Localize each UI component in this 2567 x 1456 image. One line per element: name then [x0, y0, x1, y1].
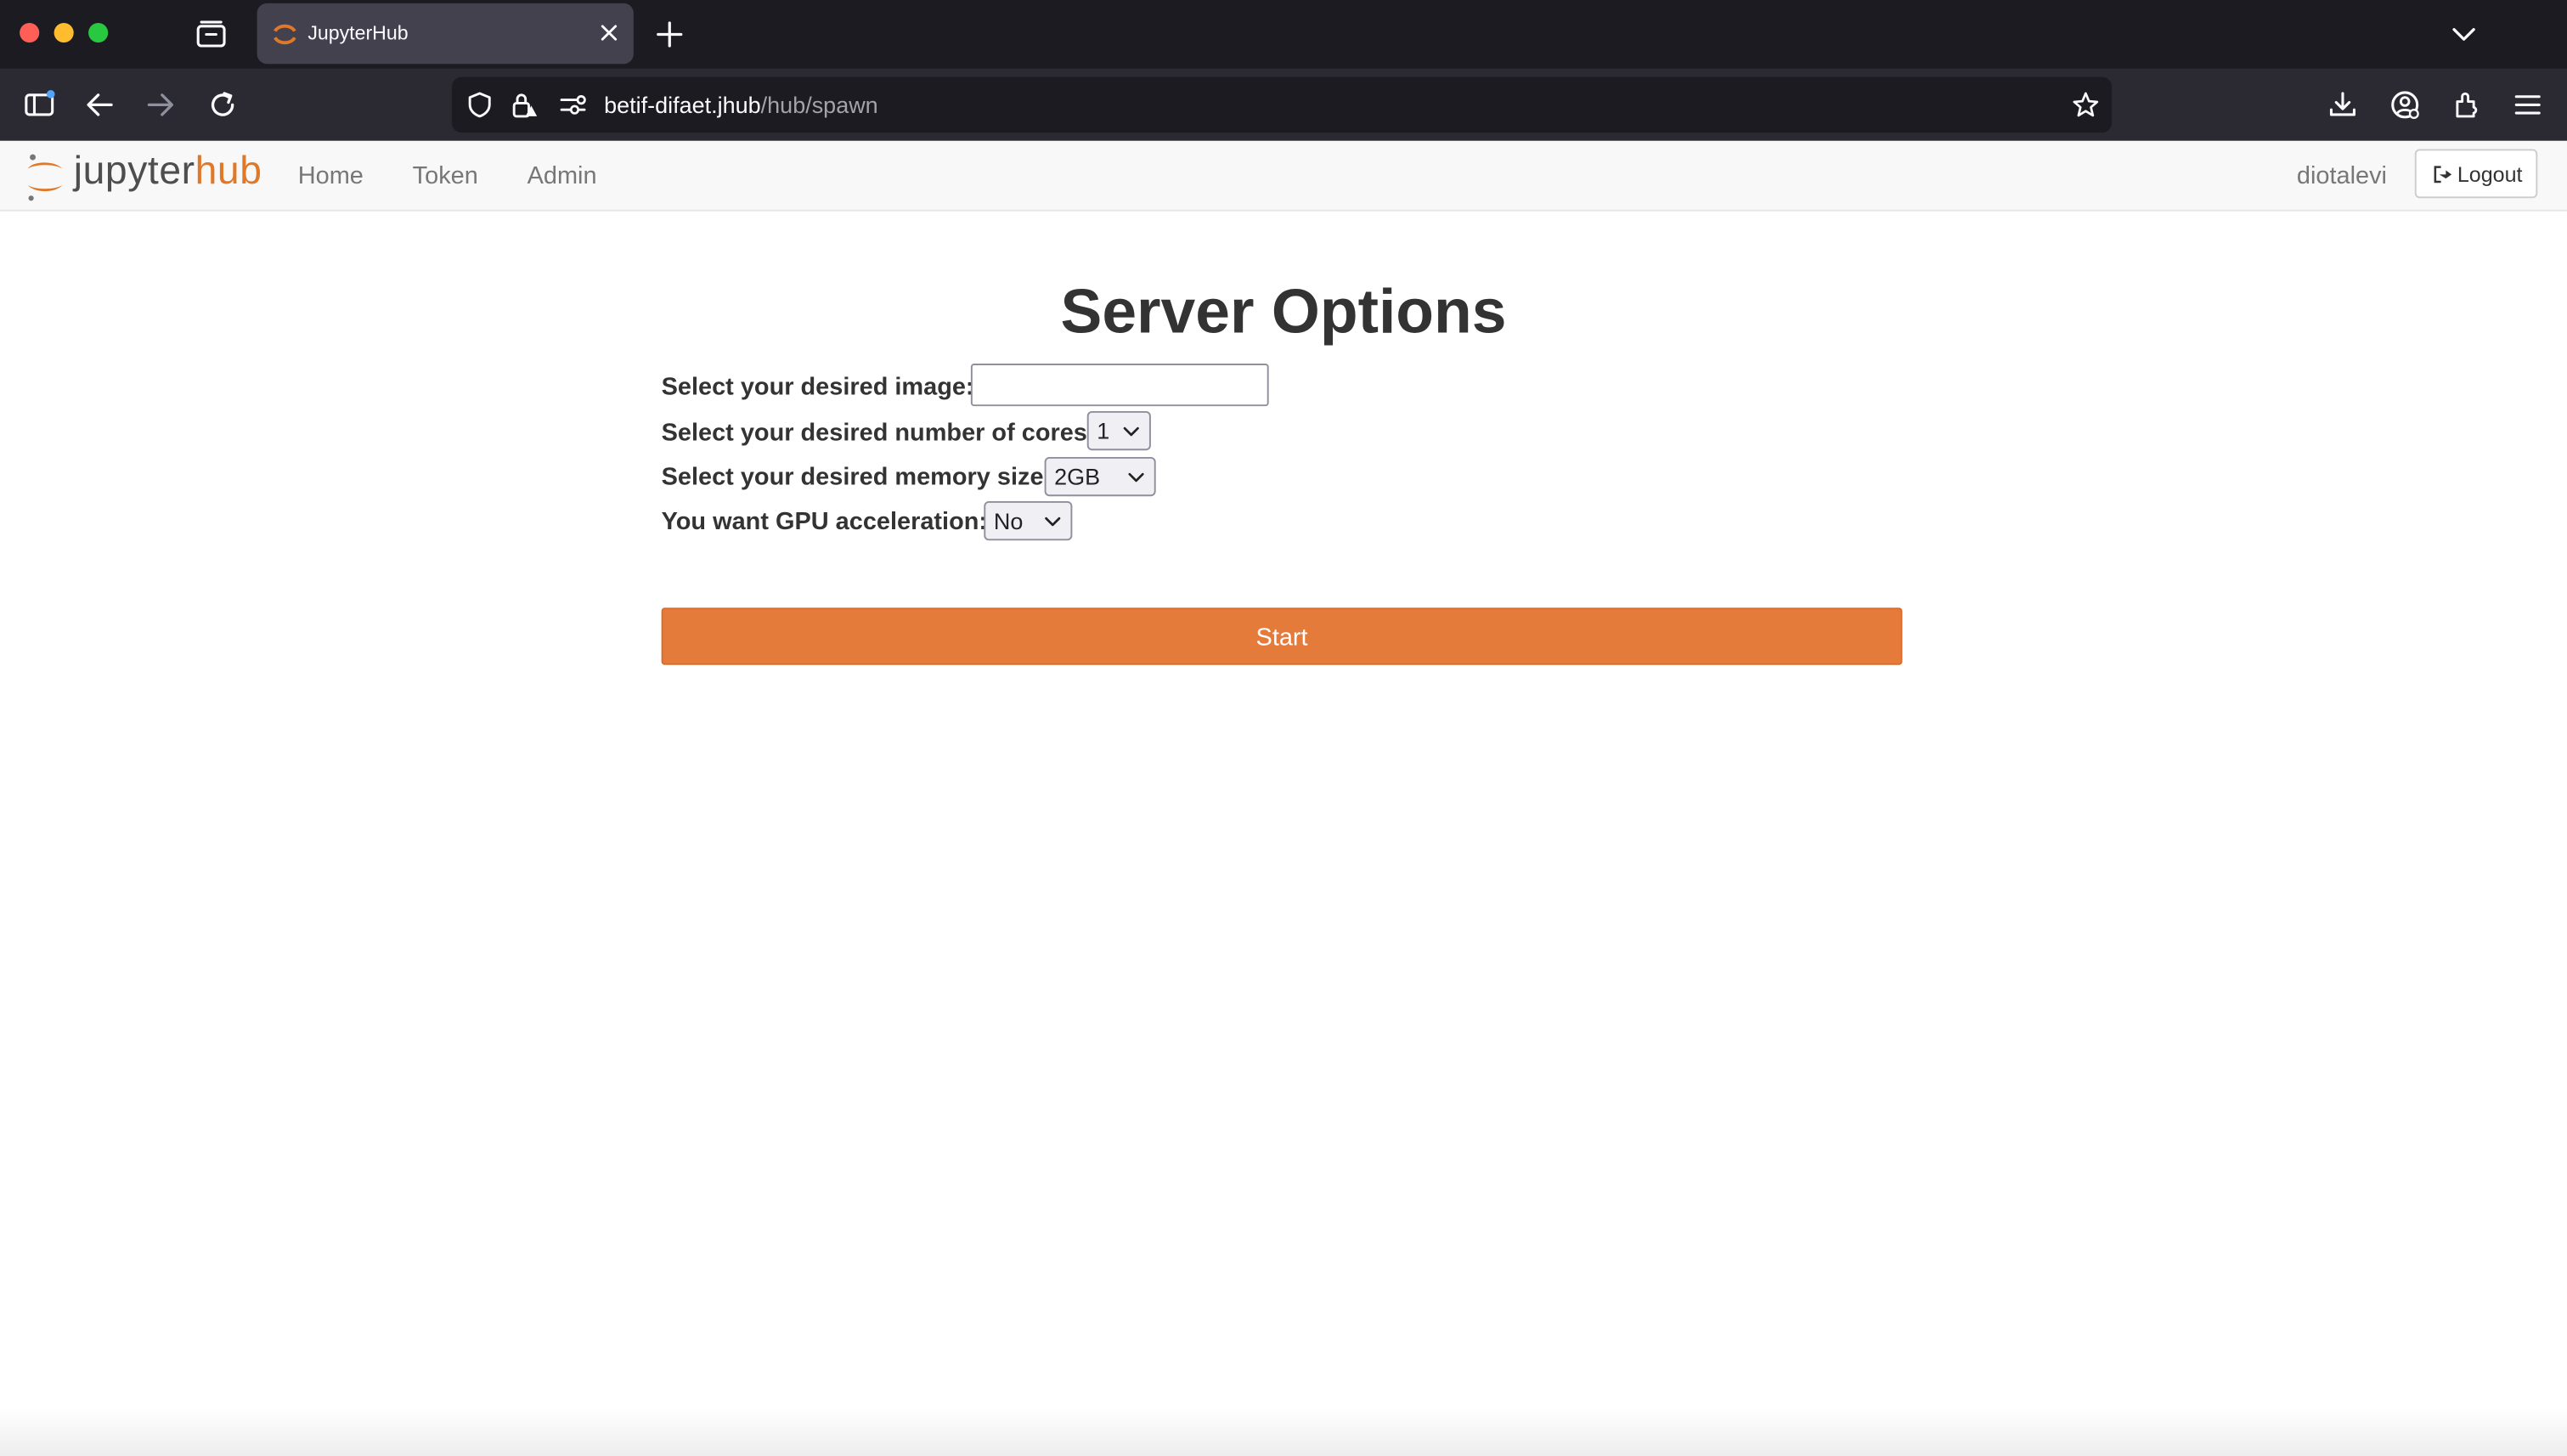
chevron-down-icon[interactable] [2449, 21, 2479, 48]
start-button[interactable]: Start [661, 607, 1903, 665]
url-bar[interactable]: betif-difaet.jhub/hub/spawn [451, 76, 2113, 133]
jupyterhub-navbar: jupyterhub Home Token Admin diotalevi Lo… [0, 140, 2567, 212]
browser-toolbar: betif-difaet.jhub/hub/spawn [0, 68, 2567, 141]
sidebar-icon[interactable] [23, 88, 56, 121]
chevron-down-icon [1123, 426, 1139, 437]
page-title: Server Options [1060, 278, 1507, 347]
memory-select[interactable]: 2GB [1044, 456, 1156, 497]
minimize-window-button[interactable] [54, 22, 74, 43]
memory-label: Select your desired memory size: [661, 463, 1052, 492]
cores-select[interactable]: 1 [1086, 410, 1151, 451]
close-tab-icon[interactable] [599, 23, 618, 42]
memory-value: 2GB [1054, 463, 1101, 490]
active-tab[interactable]: JupyterHub [257, 3, 634, 65]
gpu-value: No [993, 507, 1024, 534]
new-tab-icon[interactable] [655, 20, 685, 49]
gpu-label: You want GPU acceleration: [661, 507, 988, 536]
back-arrow-icon[interactable] [83, 88, 116, 121]
jupyter-favicon-icon [274, 24, 296, 45]
account-icon[interactable] [2389, 88, 2422, 121]
url-text[interactable]: betif-difaet.jhub/hub/spawn [604, 92, 878, 118]
nav-admin[interactable]: Admin [528, 162, 597, 190]
start-label: Start [1255, 624, 1308, 652]
jupyter-logo-icon[interactable] [23, 150, 72, 203]
bookmark-star-icon[interactable] [2071, 90, 2101, 120]
close-window-button[interactable] [20, 22, 40, 43]
gpu-select[interactable]: No [984, 500, 1073, 541]
lock-warning-icon[interactable] [509, 90, 539, 120]
cores-label: Select your desired number of cores: [661, 419, 1096, 448]
logout-button[interactable]: Logout [2414, 149, 2538, 199]
chevron-down-icon [1045, 516, 1061, 527]
logo-jupyter-text: jupyter [73, 149, 195, 194]
extensions-icon[interactable] [2451, 88, 2484, 121]
reload-icon[interactable] [206, 88, 240, 121]
url-path: /hub/spawn [760, 91, 878, 118]
download-icon[interactable] [2327, 88, 2360, 121]
image-input[interactable] [970, 364, 1269, 407]
forward-arrow-icon[interactable] [144, 88, 178, 121]
logout-icon [2434, 166, 2452, 183]
shield-icon[interactable] [465, 90, 494, 120]
menu-icon[interactable] [2511, 88, 2544, 121]
username: diotalevi [2296, 161, 2388, 190]
logo-hub-text: hub [195, 149, 262, 194]
chevron-down-icon [1128, 472, 1144, 483]
nav-token[interactable]: Token [413, 162, 478, 190]
tab-overview-icon[interactable] [193, 16, 228, 52]
tab-title: JupyterHub [307, 21, 409, 45]
cores-value: 1 [1097, 417, 1110, 444]
image-label: Select your desired image: [661, 373, 974, 402]
site-permissions-icon[interactable] [558, 92, 588, 118]
url-domain: betif-difaet.jhub [604, 91, 761, 118]
jupyterhub-logo[interactable]: jupyterhub [74, 149, 262, 195]
bottom-shadow [0, 1408, 2567, 1456]
maximize-window-button[interactable] [88, 22, 109, 43]
browser-tab-strip: JupyterHub [0, 0, 2567, 69]
nav-home[interactable]: Home [298, 162, 364, 190]
logout-label: Logout [2457, 161, 2523, 187]
